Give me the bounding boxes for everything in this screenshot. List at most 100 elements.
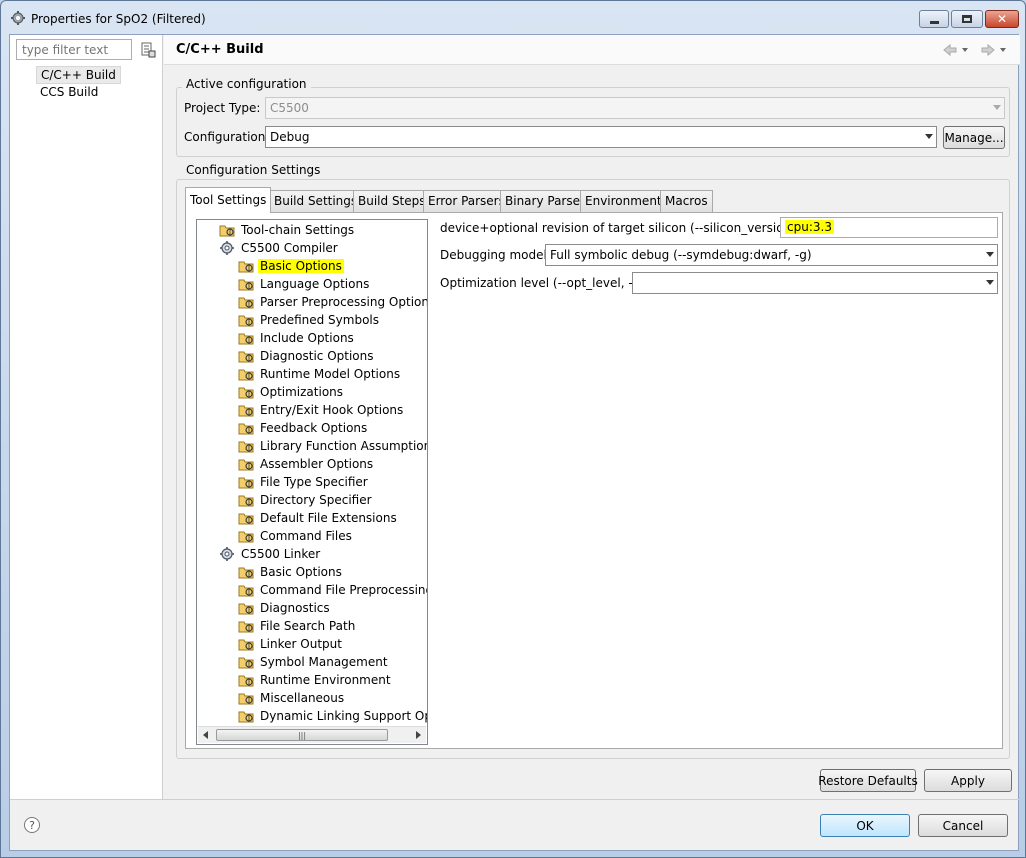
- tree-item-label: Miscellaneous: [260, 691, 345, 705]
- tree-item[interactable]: Default File Extensions: [238, 509, 399, 527]
- close-button[interactable]: ✕: [985, 10, 1019, 28]
- tree-item[interactable]: Entry/Exit Hook Options: [238, 401, 405, 419]
- scroll-right-icon[interactable]: [416, 731, 421, 739]
- tree-item-label: Diagnostics: [260, 601, 330, 615]
- tree-item[interactable]: Command File Preprocessing: [238, 581, 427, 599]
- tree-item[interactable]: File Type Specifier: [238, 473, 370, 491]
- tree-item-label: Symbol Management: [260, 655, 388, 669]
- tree-item[interactable]: Include Options: [238, 329, 356, 347]
- silicon-version-label: device+optional revision of target silic…: [440, 221, 815, 235]
- tree-item[interactable]: Basic Options: [238, 257, 344, 275]
- tree-item[interactable]: Dynamic Linking Support Optio: [238, 707, 427, 725]
- tree-item-label: File Search Path: [260, 619, 356, 633]
- dialog-client: C/C++ Build CCS Build C/C++ Build Active…: [9, 34, 1020, 851]
- option-folder-icon: [238, 294, 254, 310]
- tree-item[interactable]: Tool-chain Settings: [219, 221, 356, 239]
- tab-build-steps[interactable]: Build Steps: [353, 190, 431, 212]
- filter-input[interactable]: [16, 39, 132, 60]
- tree-item[interactable]: Feedback Options: [238, 419, 369, 437]
- tree-item[interactable]: File Search Path: [238, 617, 357, 635]
- tree-item-label: Predefined Symbols: [260, 313, 380, 327]
- silicon-version-value: cpu:3.3: [785, 220, 834, 234]
- tree-item[interactable]: C5500 Linker: [219, 545, 322, 563]
- tab-error-parsers[interactable]: Error Parsers: [423, 190, 510, 212]
- tree-item-label: Dynamic Linking Support Optio: [260, 709, 427, 723]
- tree-item-label: Assembler Options: [260, 457, 374, 471]
- tree-item-label: Command Files: [260, 529, 352, 543]
- option-folder-icon: [238, 384, 254, 400]
- tree-item-label: Entry/Exit Hook Options: [260, 403, 404, 417]
- tree-item[interactable]: Library Function Assumptions: [238, 437, 428, 455]
- configuration-label: Configuration:: [184, 130, 270, 144]
- option-folder-icon: [238, 492, 254, 508]
- page-header: C/C++ Build: [164, 35, 1020, 65]
- minimize-icon: [929, 20, 939, 24]
- tree-item[interactable]: Runtime Model Options: [238, 365, 402, 383]
- nav-item-ccs-build[interactable]: CCS Build: [36, 84, 102, 100]
- debugging-model-select[interactable]: Full symbolic debug (--symdebug:dwarf, -…: [545, 244, 998, 266]
- ok-button[interactable]: OK: [820, 814, 910, 837]
- option-folder-icon: [238, 600, 254, 616]
- optimization-level-select[interactable]: [632, 272, 998, 294]
- tree-item[interactable]: Optimizations: [238, 383, 345, 401]
- chevron-down-icon: [986, 280, 994, 285]
- tree-item[interactable]: Parser Preprocessing Options: [238, 293, 427, 311]
- option-folder-icon: [238, 582, 254, 598]
- minimize-button[interactable]: [919, 10, 949, 28]
- option-folder-icon: [238, 438, 254, 454]
- tree-item[interactable]: Runtime Environment: [238, 671, 393, 689]
- manage-button[interactable]: Manage...: [943, 126, 1005, 149]
- nav-item-cpp-build[interactable]: C/C++ Build: [36, 66, 121, 84]
- tab-tool-settings[interactable]: Tool Settings: [185, 187, 272, 213]
- tree-item[interactable]: Directory Specifier: [238, 491, 374, 509]
- option-folder-icon: [238, 456, 254, 472]
- tree-item-label: Library Function Assumptions: [260, 439, 428, 453]
- chevron-down-icon: [925, 134, 933, 139]
- debugging-model-value: Full symbolic debug (--symdebug:dwarf, -…: [550, 248, 812, 262]
- tree-item[interactable]: C5500 Compiler: [219, 239, 340, 257]
- footer-divider: [10, 799, 1020, 800]
- tree-item[interactable]: Symbol Management: [238, 653, 390, 671]
- tree-item[interactable]: Miscellaneous: [238, 689, 346, 707]
- option-folder-icon: [238, 564, 254, 580]
- optimization-level-label: Optimization level (--opt_level, -O): [440, 276, 648, 290]
- tree-item[interactable]: Assembler Options: [238, 455, 375, 473]
- back-arrow-icon[interactable]: [942, 42, 972, 58]
- tree-item[interactable]: Predefined Symbols: [238, 311, 381, 329]
- tree-item[interactable]: Command Files: [238, 527, 354, 545]
- silicon-version-input[interactable]: cpu:3.3: [780, 217, 998, 238]
- option-folder-icon: [238, 366, 254, 382]
- scroll-thumb[interactable]: |||: [216, 729, 388, 741]
- tree-item-label: Tool-chain Settings: [241, 223, 355, 237]
- cancel-button[interactable]: Cancel: [918, 814, 1008, 837]
- scroll-left-icon[interactable]: [203, 731, 208, 739]
- apply-button[interactable]: Apply: [924, 769, 1012, 792]
- tree-item-label: Runtime Environment: [260, 673, 391, 687]
- tree-item-label: Runtime Model Options: [260, 367, 401, 381]
- tree-item[interactable]: Diagnostics: [238, 599, 332, 617]
- maximize-button[interactable]: [951, 10, 983, 28]
- collapse-filter-icon[interactable]: [140, 42, 156, 58]
- tree-item[interactable]: Language Options: [238, 275, 371, 293]
- option-folder-icon: [238, 510, 254, 526]
- tree-item[interactable]: Linker Output: [238, 635, 344, 653]
- restore-defaults-button[interactable]: Restore Defaults: [818, 769, 918, 792]
- forward-arrow-icon[interactable]: [980, 42, 1010, 58]
- tool-settings-panel: Tool-chain Settings C5500 Compiler Basic O…: [185, 212, 1003, 749]
- horizontal-scrollbar[interactable]: |||: [198, 726, 426, 743]
- option-folder-icon: [238, 618, 254, 634]
- help-icon[interactable]: ?: [24, 817, 40, 833]
- configuration-select[interactable]: Debug: [265, 126, 937, 148]
- tree-item-label: Default File Extensions: [260, 511, 397, 525]
- tab-build-settings[interactable]: Build Settings: [269, 190, 363, 212]
- tree-item[interactable]: Basic Options: [238, 563, 344, 581]
- tab-environment[interactable]: Environment: [580, 190, 667, 212]
- tree-item-label: Language Options: [260, 277, 370, 291]
- tab-binary-parser[interactable]: Binary Parser: [500, 190, 590, 212]
- tab-macros[interactable]: Macros: [660, 190, 713, 212]
- tree-item-label: Diagnostic Options: [260, 349, 374, 363]
- option-folder-icon: [238, 654, 254, 670]
- tree-item[interactable]: Diagnostic Options: [238, 347, 376, 365]
- dialog-window: Properties for SpO2 (Filtered) ✕ C/C++ B…: [0, 0, 1026, 858]
- tree-item-label: Feedback Options: [260, 421, 368, 435]
